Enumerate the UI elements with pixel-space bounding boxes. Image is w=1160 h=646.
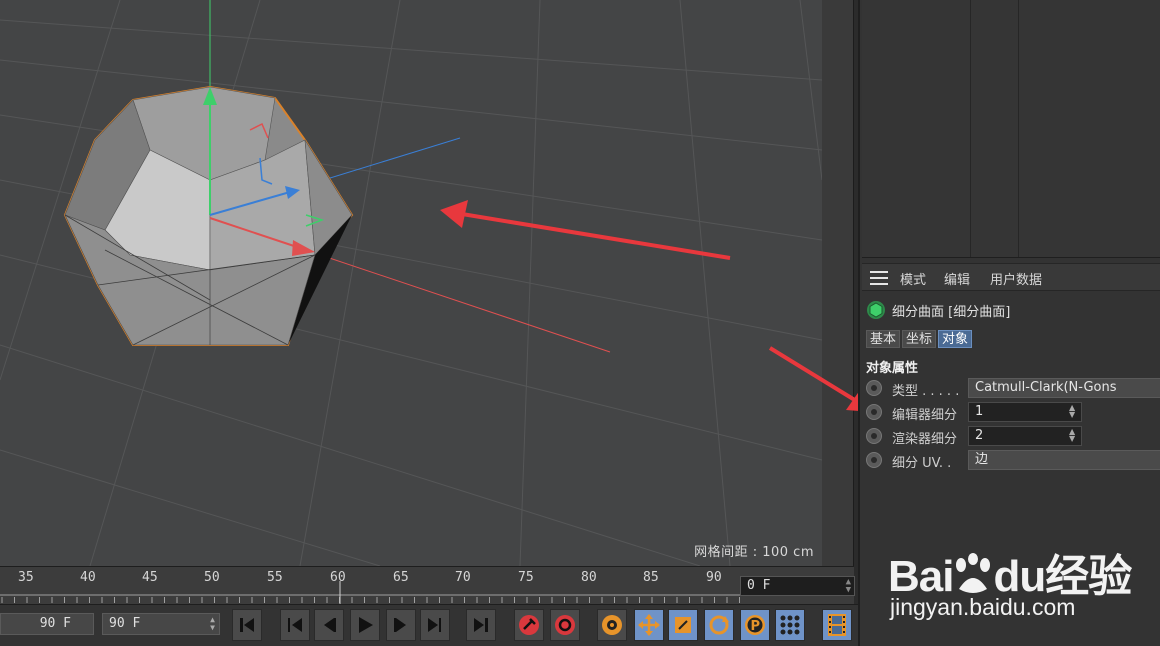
prev-key-button[interactable] xyxy=(280,609,310,641)
prop-editor-subdivision: 编辑器细分 1 ▲ ▼ xyxy=(866,401,1160,423)
3d-viewport[interactable]: 网格间距 : 100 cm xyxy=(0,0,822,566)
next-key-button[interactable] xyxy=(420,609,450,641)
tick-label: 60 xyxy=(330,570,346,585)
frame-spin-icon[interactable]: ▲ ▼ xyxy=(846,578,851,595)
menu-edit[interactable]: 编辑 xyxy=(944,269,970,288)
annotation-arrow-icon xyxy=(440,200,731,260)
gear-icon xyxy=(602,615,622,635)
play-icon xyxy=(359,617,373,633)
end-frame-field[interactable]: 90 F ▲ ▼ xyxy=(102,613,220,635)
prop-render-subdivision: 渲染器细分 2 ▲ ▼ xyxy=(866,425,1160,447)
goto-start-button[interactable] xyxy=(232,609,262,641)
spin-arrows-icon[interactable]: ▲ ▼ xyxy=(1069,428,1075,443)
attribute-manager-header: 模式 编辑 用户数据 xyxy=(862,263,1160,291)
start-frame-value: 90 F xyxy=(39,616,71,631)
paw-icon xyxy=(956,553,991,593)
film-strip-icon xyxy=(828,614,846,636)
autokey-button[interactable] xyxy=(550,609,580,641)
param-p-icon: P xyxy=(745,615,765,635)
viewport-scene xyxy=(0,0,822,566)
ruler-ticks xyxy=(0,581,740,605)
key-settings-button[interactable] xyxy=(597,609,627,641)
tick-label: 50 xyxy=(204,570,220,585)
autokey-icon xyxy=(555,615,575,635)
section-title: 对象属性 xyxy=(866,361,919,376)
tick-label: 75 xyxy=(518,570,534,585)
tick-label: 40 xyxy=(80,570,96,585)
record-key-icon xyxy=(519,615,539,635)
pla-dots-icon xyxy=(780,615,800,635)
tab-basic[interactable]: 基本 xyxy=(866,330,901,348)
subdivide-uv-dropdown[interactable]: 边 xyxy=(968,450,1160,470)
current-frame-field[interactable]: 0 F ▲ ▼ xyxy=(740,576,855,596)
tab-object[interactable]: 对象 xyxy=(938,330,973,348)
tick-label: 45 xyxy=(142,570,158,585)
key-move-button[interactable] xyxy=(634,609,664,641)
subdivision-surface-icon xyxy=(867,301,885,319)
animate-radio[interactable] xyxy=(866,452,882,468)
prop-label: 类型 . . . . . xyxy=(892,384,960,399)
record-keys-button[interactable] xyxy=(514,609,544,641)
prev-frame-button[interactable] xyxy=(314,609,344,641)
tick-label: 35 xyxy=(18,570,34,585)
tab-coord[interactable]: 坐标 xyxy=(902,330,937,348)
tick-label: 70 xyxy=(455,570,471,585)
animate-radio[interactable] xyxy=(866,404,882,420)
end-frame-spin-icon[interactable]: ▲ ▼ xyxy=(210,616,215,632)
menu-mode[interactable]: 模式 xyxy=(900,269,926,288)
animate-radio[interactable] xyxy=(866,380,882,396)
timeline-ruler[interactable]: 35 40 45 50 55 60 65 70 75 80 85 90 xyxy=(0,566,854,605)
animate-radio[interactable] xyxy=(866,428,882,444)
prop-type: 类型 . . . . . Catmull-Clark(N-Gons xyxy=(866,377,1160,399)
prop-subdivide-uv: 细分 UV. . 边 xyxy=(866,449,1160,471)
prev-key-icon xyxy=(288,618,302,632)
prop-label: 编辑器细分 xyxy=(892,408,958,423)
object-title-text: 细分曲面 [细分曲面] xyxy=(892,304,1011,320)
prop-label: 细分 UV. . xyxy=(892,456,952,471)
goto-end-button[interactable] xyxy=(466,609,496,641)
render-subdivision-input[interactable]: 2 xyxy=(968,426,1082,446)
key-param-button[interactable]: P xyxy=(740,609,770,641)
prev-frame-icon xyxy=(324,618,336,632)
move-arrows-icon xyxy=(638,614,660,636)
key-scale-button[interactable] xyxy=(668,609,698,641)
transport-bar: 90 F 90 F ▲ ▼ P xyxy=(0,604,858,646)
object-title: 细分曲面 [细分曲面] xyxy=(866,300,1010,320)
next-frame-icon xyxy=(394,618,406,632)
skip-end-icon xyxy=(474,618,488,632)
rotate-icon xyxy=(709,615,729,635)
current-frame-value: 0 F xyxy=(747,578,771,593)
spin-arrows-icon[interactable]: ▲ ▼ xyxy=(1069,404,1075,419)
menu-user-data[interactable]: 用户数据 xyxy=(990,269,1042,288)
start-frame-field[interactable]: 90 F xyxy=(0,613,94,635)
grid-spacing-label: 网格间距 : 100 cm xyxy=(694,545,814,560)
scale-icon xyxy=(675,617,691,633)
tick-label: 80 xyxy=(581,570,597,585)
type-dropdown[interactable]: Catmull-Clark(N-Gons xyxy=(968,378,1160,398)
prop-label: 渲染器细分 xyxy=(892,432,958,447)
key-pla-button[interactable] xyxy=(775,609,805,641)
skip-start-icon xyxy=(240,618,254,632)
end-frame-value: 90 F xyxy=(109,616,141,631)
next-frame-button[interactable] xyxy=(386,609,416,641)
next-key-icon xyxy=(428,618,441,632)
tick-label: 90 xyxy=(706,570,722,585)
viewport-scrollbar[interactable] xyxy=(822,0,854,566)
play-button[interactable] xyxy=(350,609,380,641)
editor-subdivision-input[interactable]: 1 xyxy=(968,402,1082,422)
timeline-window-button[interactable] xyxy=(822,609,852,641)
attribute-tabs: 基本 坐标 对象 xyxy=(866,330,973,348)
key-rotate-button[interactable] xyxy=(704,609,734,641)
tick-label: 65 xyxy=(393,570,409,585)
hamburger-menu-icon[interactable] xyxy=(870,271,888,285)
tick-label: 55 xyxy=(267,570,283,585)
baidu-jingyan-watermark: Bai du经验 jingyan.baidu.com xyxy=(888,520,1160,646)
watermark-url: jingyan.baidu.com xyxy=(890,594,1076,620)
object-manager[interactable] xyxy=(862,0,1160,258)
tick-label: 85 xyxy=(643,570,659,585)
svg-text:P: P xyxy=(751,619,761,634)
